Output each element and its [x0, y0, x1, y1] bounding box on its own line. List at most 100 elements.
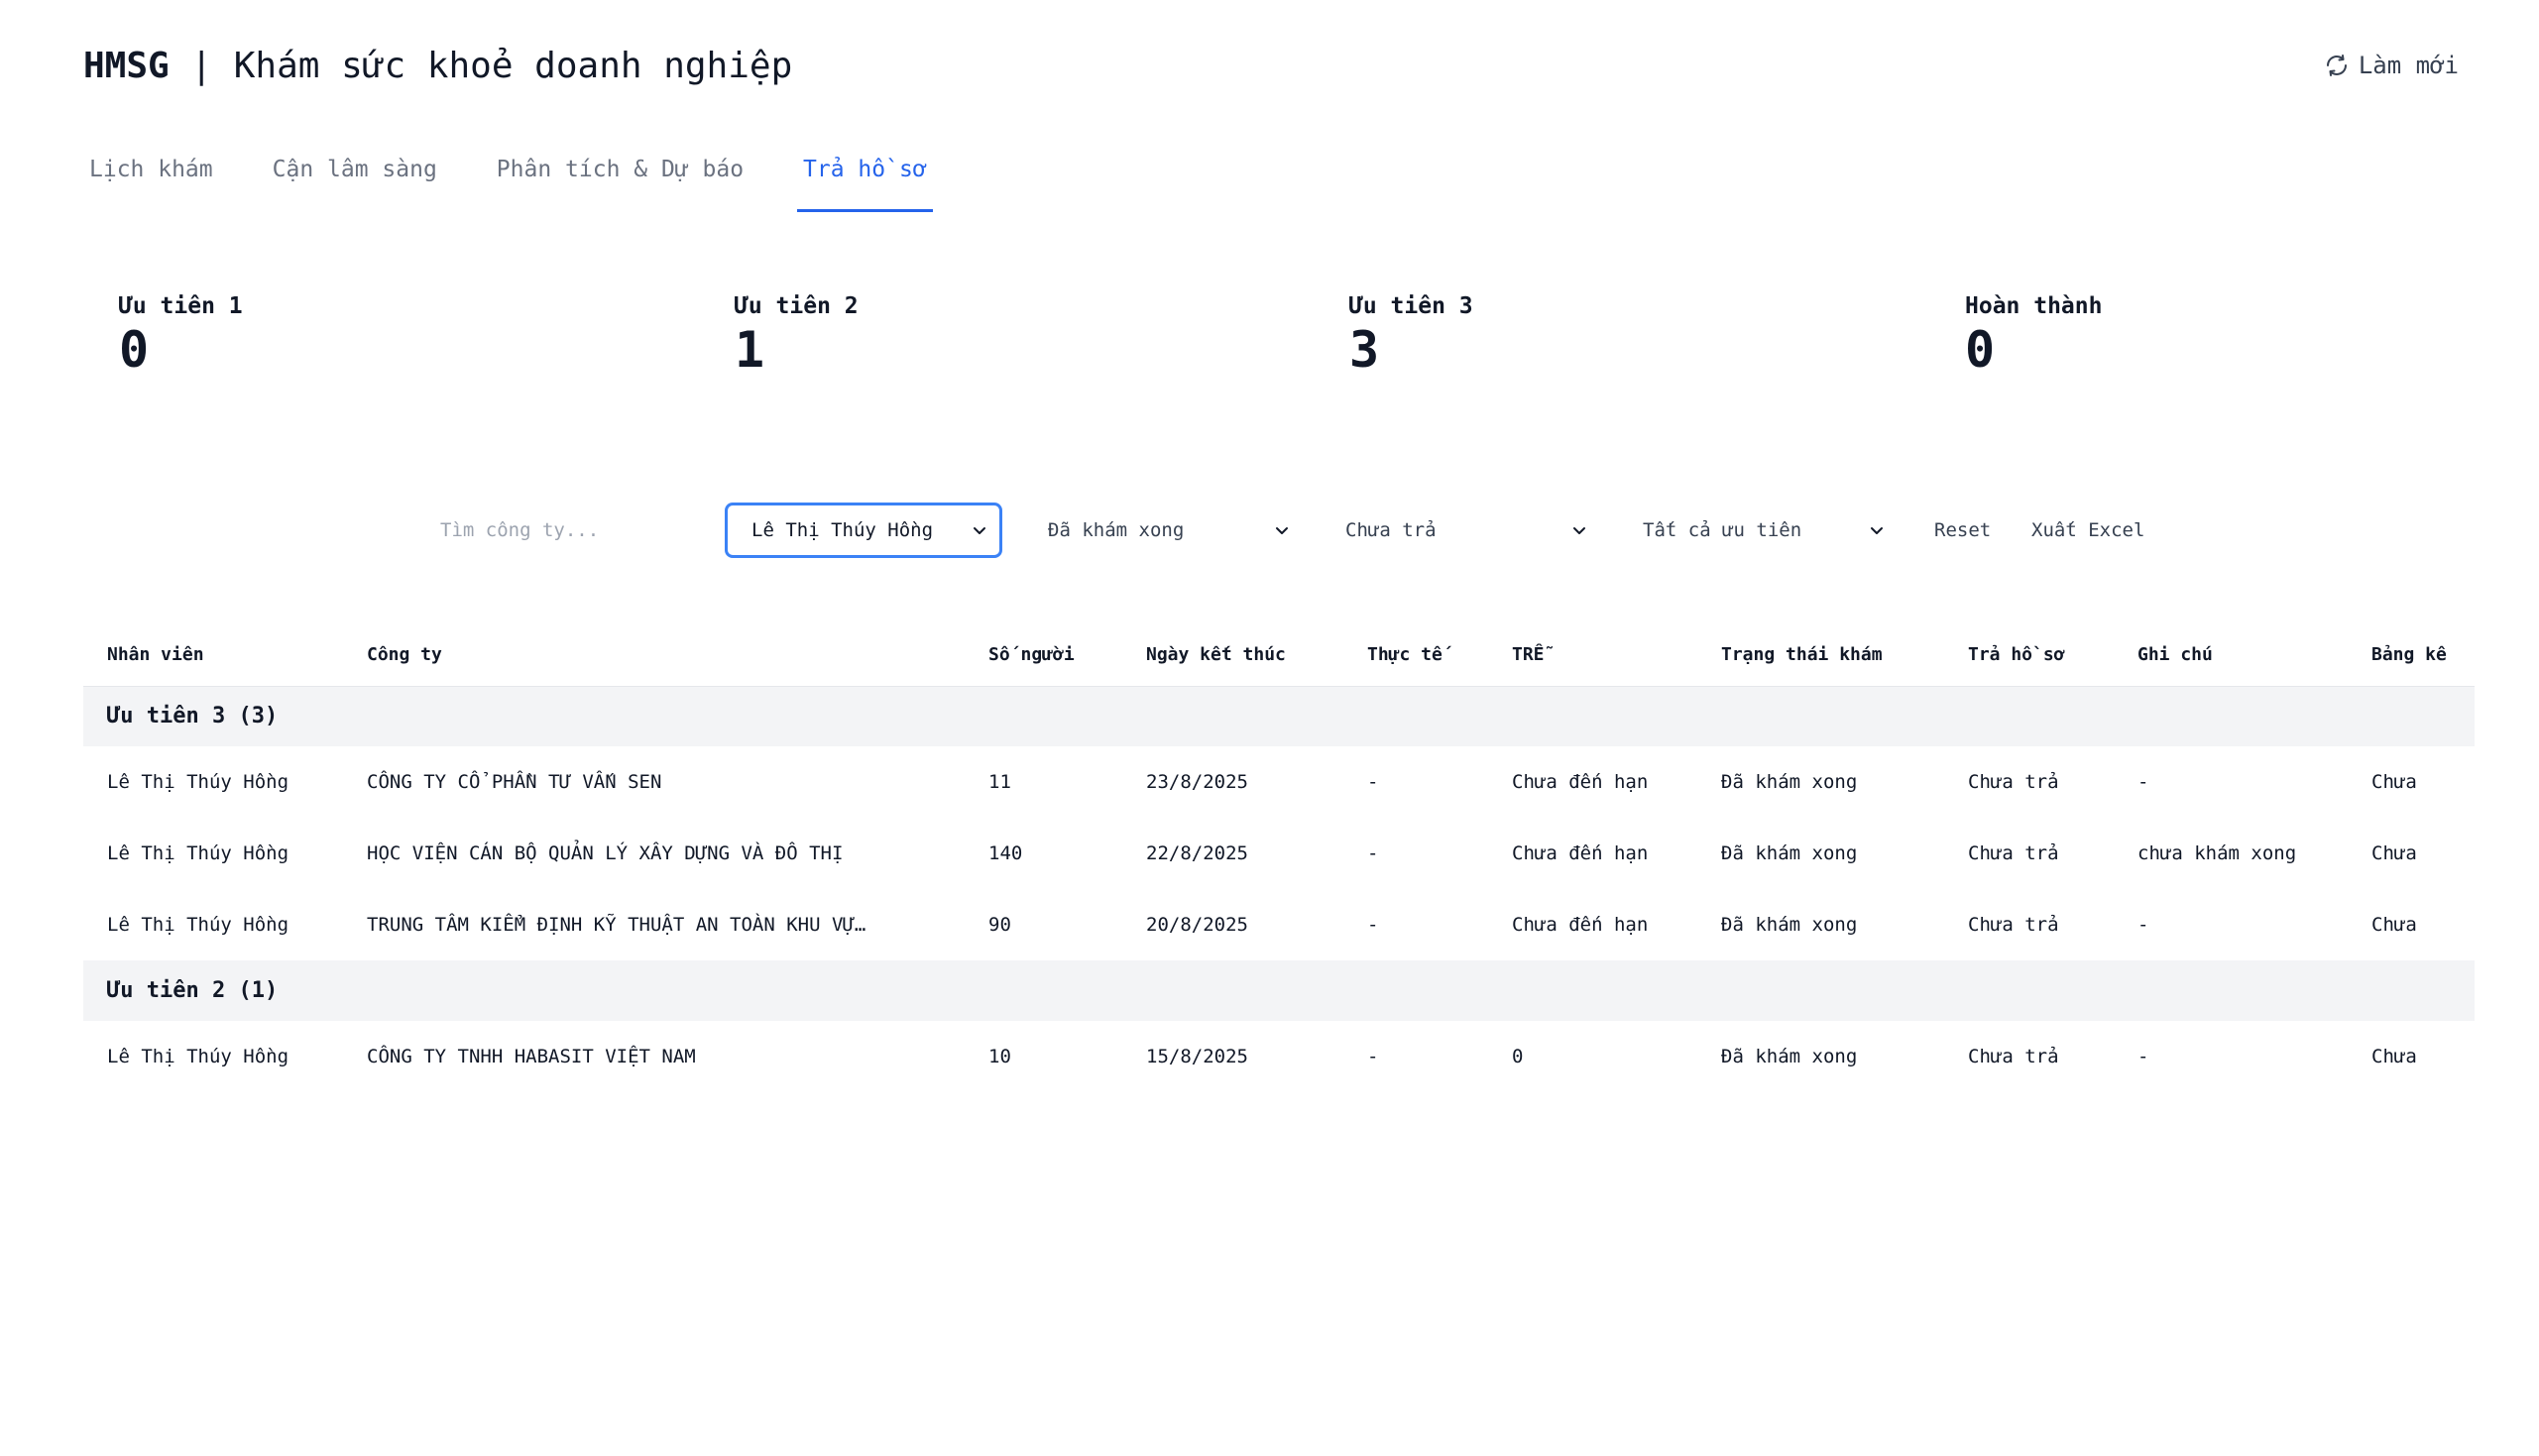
cell-exam-status[interactable]: Đã khám xong [1697, 746, 1944, 818]
stat-label: Ưu tiên 3 [1349, 293, 1473, 319]
cell-actual: - [1367, 1046, 1379, 1067]
stat-value: 1 [735, 321, 765, 379]
table-row[interactable]: Lê Thị Thúy Hồng CÔNG TY CỔ PHẦN TƯ VẤN … [83, 746, 2475, 818]
staff-select[interactable]: Lê Thị Thúy Hồng [725, 503, 1002, 558]
col-header-actual[interactable]: Thực tế [1343, 624, 1488, 687]
stat-label: Ưu tiên 2 [735, 293, 859, 319]
cell-company: CÔNG TY CỔ PHẦN TƯ VẤN SEN [367, 771, 662, 793]
stat-label: Hoàn thành [1965, 293, 2103, 319]
table-row[interactable]: Lê Thị Thúy Hồng HỌC VIỆN CÁN BỘ QUẢN LÝ… [83, 818, 2475, 889]
col-header-staff[interactable]: Nhân viên [83, 624, 343, 687]
cell-late: Chưa đến hạn [1512, 914, 1649, 936]
filter-bar: Lê Thị Thúy Hồng Đã khám xong Chưa trả T… [0, 503, 2539, 558]
cell-end-date: 23/8/2025 [1146, 771, 1248, 793]
col-header-return-status[interactable]: Trả hồ sơ [1944, 624, 2114, 687]
cell-note[interactable]: chưa khám xong [2114, 818, 2348, 889]
stat-value: 3 [1349, 321, 1380, 379]
stat-label: Ưu tiên 1 [119, 293, 243, 319]
stats-summary: Ưu tiên 1 0 Ưu tiên 2 1 Ưu tiên 3 3 Hoàn… [119, 293, 2498, 392]
cell-return-status[interactable]: Chưa trả [1944, 889, 2114, 960]
cell-staff: Lê Thị Thúy Hồng [107, 771, 289, 793]
cell-return-status[interactable]: Chưa trả [1944, 1021, 2114, 1092]
cell-people: 140 [988, 842, 1023, 864]
table-row[interactable]: Lê Thị Thúy Hồng CÔNG TY TNHH HABASIT VI… [83, 1021, 2475, 1092]
col-header-people[interactable]: Số người [965, 624, 1122, 687]
cell-return-status[interactable]: Chưa trả [1944, 746, 2114, 818]
group-row: Ưu tiên 2 (1) [83, 960, 2475, 1021]
cell-people: 90 [988, 914, 1011, 936]
stat-priority-1: Ưu tiên 1 0 [119, 293, 243, 378]
stat-priority-2: Ưu tiên 2 1 [735, 293, 859, 378]
table-header-row: Nhân viên Công ty Số người Ngày kết thúc… [83, 624, 2475, 687]
chevron-down-icon [974, 527, 985, 534]
tab-paraclinical[interactable]: Cận lâm sàng [267, 149, 443, 212]
cell-late: Chưa đến hạn [1512, 771, 1649, 793]
app-header: HMSG | Khám sức khoẻ doanh nghiệp Làm mớ… [83, 40, 2459, 91]
staff-select-value: Lê Thị Thúy Hồng [751, 519, 934, 541]
col-header-end-date[interactable]: Ngày kết thúc [1122, 624, 1343, 687]
refresh-label: Làm mới [2358, 52, 2459, 79]
tab-return-records[interactable]: Trả hồ sơ [797, 149, 933, 212]
tab-bar: Lịch khám Cận lâm sàng Phân tích & Dự bá… [83, 149, 981, 212]
cell-end-date: 20/8/2025 [1146, 914, 1248, 936]
group-label: Ưu tiên 3 (3) [83, 686, 2475, 746]
reset-button[interactable]: Reset [1934, 503, 1991, 558]
cell-actual: - [1367, 771, 1379, 793]
cell-exam-status[interactable]: Đã khám xong [1697, 889, 1944, 960]
return-status-select-value: Chưa trả [1345, 519, 1437, 541]
cell-return-status[interactable]: Chưa trả [1944, 818, 2114, 889]
col-header-exam-status[interactable]: Trạng thái khám [1697, 624, 1944, 687]
cell-note[interactable]: - [2114, 746, 2348, 818]
cell-company: TRUNG TÂM KIỂM ĐỊNH KỸ THUẬT AN TOÀN KHU… [367, 914, 866, 936]
stat-completed: Hoàn thành 0 [1965, 293, 2102, 378]
cell-staff: Lê Thị Thúy Hồng [107, 842, 289, 864]
chevron-down-icon [1871, 527, 1883, 534]
cell-staff: Lê Thị Thúy Hồng [107, 1046, 289, 1067]
cell-list: Chưa [2371, 1046, 2417, 1067]
cell-actual: - [1367, 914, 1379, 936]
priority-select-value: Tất cả ưu tiên [1643, 519, 1802, 541]
cell-company: HỌC VIỆN CÁN BỘ QUẢN LÝ XÂY DỰNG VÀ ĐÔ T… [367, 842, 844, 864]
tab-analytics[interactable]: Phân tích & Dự báo [491, 149, 750, 212]
cell-note[interactable]: - [2114, 889, 2348, 960]
col-header-note[interactable]: Ghi chú [2114, 624, 2348, 687]
cell-company: CÔNG TY TNHH HABASIT VIỆT NAM [367, 1046, 696, 1067]
table-row[interactable]: Lê Thị Thúy Hồng TRUNG TÂM KIỂM ĐỊNH KỸ … [83, 889, 2475, 960]
records-table: Nhân viên Công ty Số người Ngày kết thúc… [83, 624, 2475, 1092]
page-title: HMSG | Khám sức khoẻ doanh nghiệp [83, 46, 792, 86]
col-header-company[interactable]: Công ty [343, 624, 965, 687]
cell-list: Chưa [2371, 842, 2417, 864]
cell-list: Chưa [2371, 771, 2417, 793]
chevron-down-icon [1573, 527, 1585, 534]
return-status-select[interactable]: Chưa trả [1322, 503, 1599, 558]
refresh-icon [2326, 55, 2347, 76]
cell-note[interactable]: - [2114, 1021, 2348, 1092]
app-subtitle: Khám sức khoẻ doanh nghiệp [233, 45, 793, 86]
cell-people: 11 [988, 771, 1011, 793]
stat-value: 0 [119, 321, 150, 379]
title-separator: | [169, 45, 234, 86]
cell-late: Chưa đến hạn [1512, 842, 1649, 864]
cell-people: 10 [988, 1046, 1011, 1067]
group-label: Ưu tiên 2 (1) [83, 960, 2475, 1021]
cell-late: 0 [1512, 1046, 1524, 1067]
col-header-list[interactable]: Bảng kê [2348, 624, 2475, 687]
col-header-late[interactable]: TRỄ [1488, 624, 1697, 687]
exam-status-select-value: Đã khám xong [1048, 519, 1185, 541]
export-excel-button[interactable]: Xuất Excel [2031, 503, 2144, 558]
group-row: Ưu tiên 3 (3) [83, 686, 2475, 746]
cell-exam-status[interactable]: Đã khám xong [1697, 818, 1944, 889]
cell-exam-status[interactable]: Đã khám xong [1697, 1021, 1944, 1092]
refresh-button[interactable]: Làm mới [2325, 52, 2459, 79]
exam-status-select[interactable]: Đã khám xong [1024, 503, 1302, 558]
brand-name: HMSG [83, 45, 170, 86]
cell-end-date: 22/8/2025 [1146, 842, 1248, 864]
tab-schedule[interactable]: Lịch khám [83, 149, 219, 212]
company-search-input[interactable] [428, 506, 686, 554]
chevron-down-icon [1276, 527, 1288, 534]
cell-list: Chưa [2371, 914, 2417, 936]
stat-priority-3: Ưu tiên 3 3 [1349, 293, 1473, 378]
stat-value: 0 [1965, 321, 1996, 379]
priority-select[interactable]: Tất cả ưu tiên [1619, 503, 1897, 558]
cell-actual: - [1367, 842, 1379, 864]
